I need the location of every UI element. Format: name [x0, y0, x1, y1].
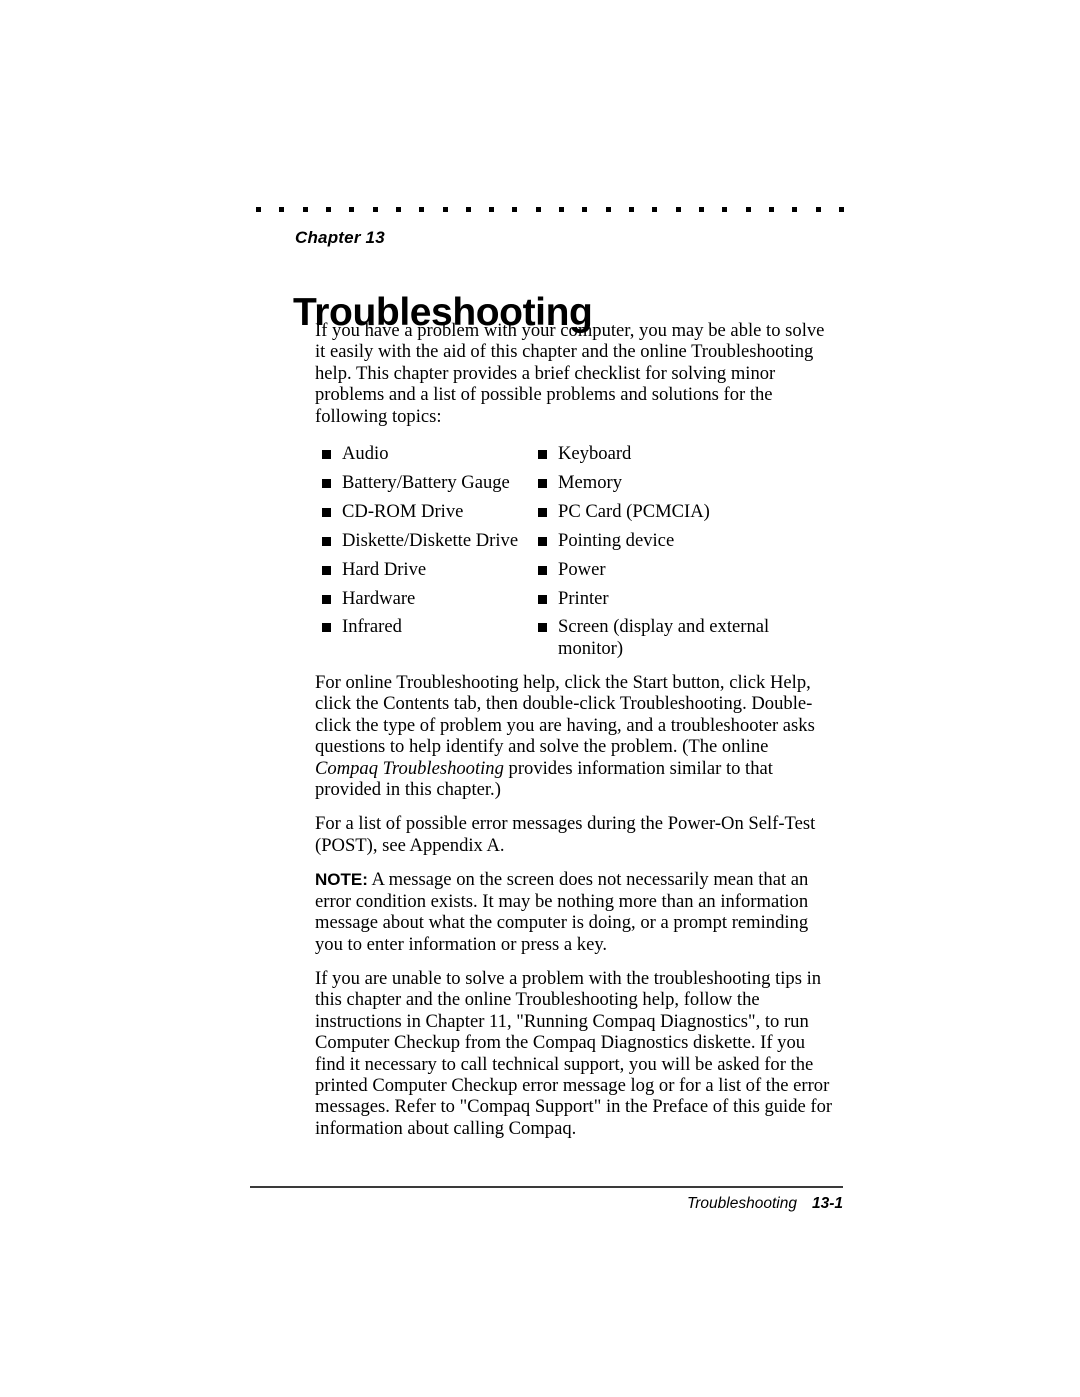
square-bullet-icon: [322, 507, 331, 517]
list-item-label: Keyboard: [558, 443, 632, 465]
rule-dot: [279, 206, 285, 212]
page-content: If you have a problem with your computer…: [315, 320, 835, 1152]
online-help-paragraph: For online Troubleshooting help, click t…: [315, 672, 835, 800]
square-bullet-icon: [538, 594, 547, 604]
footer-rule: [250, 1186, 843, 1188]
square-bullet-icon: [322, 594, 331, 604]
list-item-label: Pointing device: [558, 529, 675, 551]
square-bullet-icon: [322, 450, 331, 460]
topics-left-column: Audio Battery/Battery Gauge CD-ROM Drive…: [322, 443, 537, 645]
list-item: Pointing device: [538, 530, 828, 551]
rule-dot: [349, 206, 355, 212]
chapter-label: Chapter 13: [295, 228, 385, 247]
intro-paragraph: If you have a problem with your computer…: [315, 320, 825, 427]
rule-dot: [768, 206, 774, 212]
rule-dot: [675, 206, 681, 212]
square-bullet-icon: [322, 478, 331, 488]
rule-dot: [838, 206, 844, 212]
rule-dot: [395, 206, 401, 212]
list-item-label: Hardware: [342, 587, 416, 609]
note-text: A message on the screen does not necessa…: [315, 869, 809, 955]
rule-dot: [698, 206, 704, 212]
rule-dot: [815, 206, 821, 212]
list-item-label: Memory: [558, 471, 623, 493]
rule-dot: [629, 206, 634, 212]
list-item-label: Printer: [558, 587, 609, 609]
list-item: PC Card (PCMCIA): [538, 501, 828, 522]
list-item-label: Battery/Battery Gauge: [342, 471, 510, 493]
square-bullet-icon: [538, 478, 547, 488]
rule-dot: [302, 206, 308, 212]
list-item: Infrared: [322, 616, 537, 637]
rule-dot: [512, 206, 518, 212]
square-bullet-icon: [538, 623, 547, 633]
list-item-label: Diskette/Diskette Drive: [342, 529, 519, 551]
rule-dot: [372, 206, 378, 212]
rule-dot: [442, 206, 448, 212]
rule-dot: [465, 206, 471, 212]
square-bullet-icon: [538, 507, 547, 517]
list-item-label: Infrared: [342, 616, 402, 638]
rule-dot: [535, 206, 541, 212]
note-label: NOTE:: [315, 870, 368, 890]
list-item: Keyboard: [538, 443, 828, 464]
list-item-label: Power: [558, 558, 606, 580]
list-item: Battery/Battery Gauge: [322, 472, 537, 493]
list-item: Screen (display and external monitor): [538, 616, 828, 659]
rule-dot: [582, 206, 588, 212]
rule-dot: [325, 206, 331, 212]
rule-dot: [419, 206, 425, 212]
rule-dot: [256, 206, 261, 212]
list-item: Printer: [538, 588, 828, 609]
list-item: Diskette/Diskette Drive: [322, 530, 537, 551]
rule-dot: [792, 206, 798, 212]
square-bullet-icon: [322, 623, 331, 633]
square-bullet-icon: [538, 450, 547, 460]
square-bullet-icon: [322, 536, 331, 546]
diagnostics-paragraph: If you are unable to solve a problem wit…: [315, 967, 833, 1139]
list-item: Memory: [538, 472, 828, 493]
list-item-label: CD-ROM Drive: [342, 500, 464, 522]
list-item-label: PC Card (PCMCIA): [558, 500, 710, 522]
rule-dot: [605, 206, 611, 212]
document-page: Chapter 13 Troubleshooting If you have a…: [0, 0, 1080, 1397]
list-item: Power: [538, 559, 828, 580]
header-dotted-rule: [256, 206, 844, 212]
list-item-label: Audio: [342, 443, 389, 465]
list-item: Hardware: [322, 588, 537, 609]
rule-dot: [722, 206, 728, 212]
online-help-italic-title: Compaq Troubleshooting: [315, 757, 504, 779]
online-help-text-part1: For online Troubleshooting help, click t…: [315, 672, 815, 758]
topics-right-column: Keyboard Memory PC Card (PCMCIA) Pointin…: [538, 443, 828, 667]
note-paragraph: NOTE: A message on the screen does not n…: [315, 869, 835, 955]
post-messages-paragraph: For a list of possible error messages du…: [315, 813, 816, 856]
rule-dot: [559, 206, 565, 212]
square-bullet-icon: [538, 565, 547, 575]
rule-dot: [745, 206, 751, 212]
list-item: CD-ROM Drive: [322, 501, 537, 522]
footer: Troubleshooting 13-1: [250, 1195, 843, 1213]
rule-dot: [652, 206, 658, 212]
footer-page-number: 13-1: [811, 1195, 843, 1212]
square-bullet-icon: [322, 565, 331, 575]
list-item-label: Hard Drive: [342, 558, 427, 580]
list-item-label: Screen (display and external monitor): [558, 616, 770, 659]
footer-chapter-name: Troubleshooting: [686, 1195, 797, 1212]
list-item: Hard Drive: [322, 559, 537, 580]
rule-dot: [489, 206, 495, 212]
topics-list: Audio Battery/Battery Gauge CD-ROM Drive…: [315, 443, 835, 659]
square-bullet-icon: [538, 536, 547, 546]
list-item: Audio: [322, 443, 537, 464]
